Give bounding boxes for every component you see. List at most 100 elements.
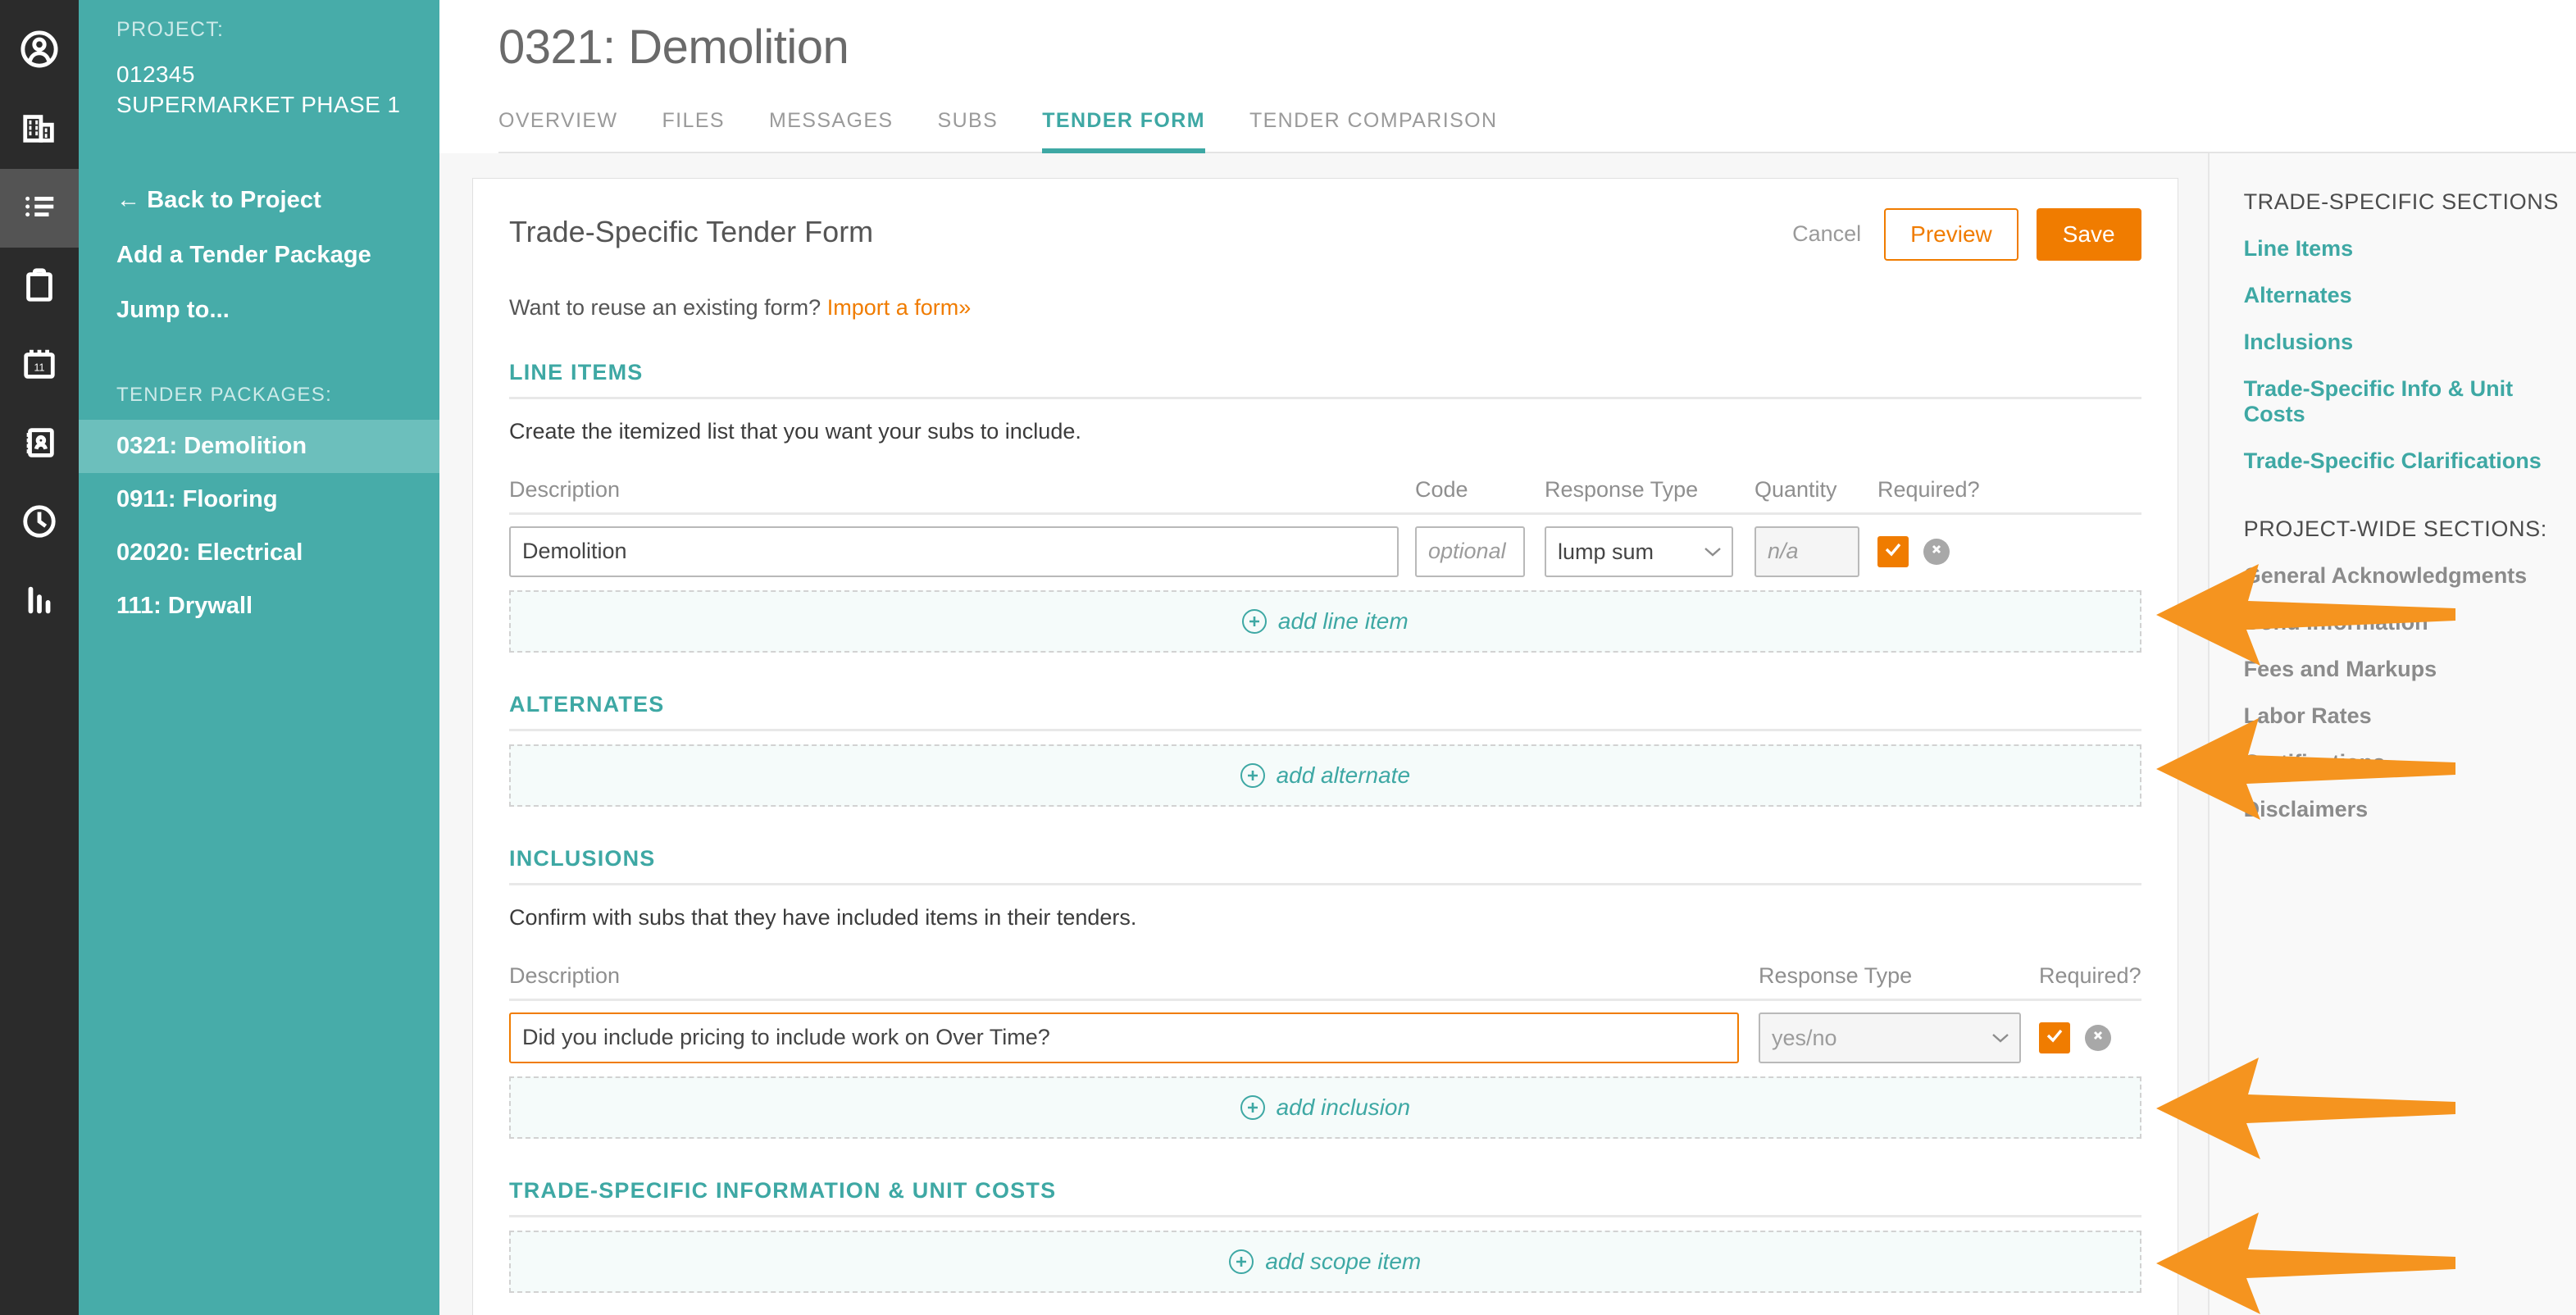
project-number: 012345 — [116, 61, 195, 87]
tender-packages-label: TENDER PACKAGES: — [116, 383, 333, 406]
form-header: Trade-Specific Tender Form Cancel Previe… — [509, 208, 2141, 261]
tab-tender-form[interactable]: TENDER FORM — [1042, 109, 1205, 153]
sidebar-links: ← Back to Project Add a Tender Package J… — [79, 173, 439, 338]
form-column: Trade-Specific Tender Form Cancel Previe… — [439, 153, 2208, 1315]
nav-link-trade-specific-info[interactable]: Trade-Specific Info & Unit Costs — [2244, 376, 2576, 427]
icon-rail: 11 — [0, 0, 79, 1315]
page-title: 0321: Demolition — [498, 20, 849, 74]
add-alternate-button[interactable]: add alternate — [509, 744, 2141, 807]
tender-package-item-flooring[interactable]: 0911: Flooring — [79, 473, 439, 526]
project-sidebar: PROJECT: 012345 SUPERMARKET PHASE 1 ← Ba… — [79, 0, 439, 1315]
check-icon — [1883, 539, 1903, 563]
nav-link-line-items[interactable]: Line Items — [2244, 236, 2576, 262]
sections-nav-panel: TRADE-SPECIFIC SECTIONS Line Items Alter… — [2207, 153, 2576, 1315]
tender-package-item-electrical[interactable]: 02020: Electrical — [79, 526, 439, 580]
section-title-alternates: ALTERNATES — [509, 692, 2141, 731]
table-row: lump sum — [509, 526, 2141, 577]
line-item-required-checkbox[interactable] — [1877, 535, 1909, 567]
import-a-form-link[interactable]: Import a form» — [827, 295, 972, 320]
contacts-book-icon — [20, 424, 58, 466]
inclusion-description-input[interactable] — [509, 1012, 1739, 1063]
sidebar-item-jump-to[interactable]: Jump to... — [79, 283, 439, 338]
section-title-inclusions: INCLUSIONS — [509, 846, 2141, 885]
tab-tender-comparison[interactable]: TENDER COMPARISON — [1249, 109, 1498, 153]
tab-overview[interactable]: OVERVIEW — [498, 109, 618, 153]
content-area: Trade-Specific Tender Form Cancel Previe… — [439, 153, 2576, 1315]
nav-link-inclusions[interactable]: Inclusions — [2244, 330, 2576, 355]
rail-item-building[interactable] — [0, 90, 79, 169]
clock-icon — [20, 503, 58, 544]
column-header-description: Description — [509, 476, 621, 502]
svg-text:11: 11 — [34, 362, 45, 373]
nav-link-general-acknowledgments[interactable]: General Acknowledgments — [2244, 563, 2576, 589]
page-header: 0321: Demolition OVERVIEW FILES MESSAGES… — [439, 0, 2576, 153]
sidebar-item-add-tender-package[interactable]: Add a Tender Package — [79, 228, 439, 283]
check-icon — [2045, 1026, 2064, 1049]
plus-circle-icon — [1241, 608, 1267, 634]
column-header-quantity: Quantity — [1755, 476, 1837, 502]
tab-bar: OVERVIEW FILES MESSAGES SUBS TENDER FORM… — [498, 107, 2576, 153]
line-item-code-input[interactable] — [1415, 526, 1525, 577]
tab-messages[interactable]: MESSAGES — [769, 109, 894, 153]
line-item-description-input[interactable] — [509, 526, 1399, 577]
inclusion-delete-button[interactable] — [2085, 1024, 2111, 1051]
reuse-form-text: Want to reuse an existing form? — [509, 294, 821, 320]
add-scope-item-label: add scope item — [1265, 1248, 1422, 1274]
inclusions-column-headers: Description Response Type Required? — [509, 963, 2141, 1001]
rail-item-clipboard[interactable] — [0, 248, 79, 326]
rail-item-calendar[interactable]: 11 — [0, 326, 79, 405]
column-header-description: Description — [509, 962, 621, 988]
column-header-required: Required? — [1877, 476, 1980, 502]
line-items-column-headers: Description Code Response Type Quantity … — [509, 477, 2141, 515]
nav-link-bond-information[interactable]: Bond Information — [2244, 610, 2576, 635]
calendar-icon: 11 — [20, 345, 58, 387]
rail-item-user-circle[interactable] — [0, 11, 79, 90]
column-header-response-type: Response Type — [1759, 962, 1913, 988]
table-row: yes/no — [509, 1012, 2141, 1063]
tender-package-item-demolition[interactable]: 0321: Demolition — [79, 419, 439, 473]
plus-circle-icon — [1240, 1094, 1265, 1120]
list-icon — [20, 188, 58, 230]
tab-files[interactable]: FILES — [662, 109, 725, 153]
cancel-button[interactable]: Cancel — [1787, 221, 1866, 247]
add-line-item-button[interactable]: add line item — [509, 589, 2141, 653]
tab-subs[interactable]: SUBS — [938, 109, 999, 153]
add-line-item-label: add line item — [1277, 607, 1409, 634]
save-button[interactable]: Save — [2036, 208, 2141, 261]
nav-link-labor-rates[interactable]: Labor Rates — [2244, 703, 2576, 729]
clipboard-icon — [20, 266, 58, 308]
line-items-description: Create the itemized list that you want y… — [509, 418, 1081, 444]
tender-package-item-drywall[interactable]: 111: Drywall — [79, 580, 439, 633]
inclusion-response-type-select[interactable]: yes/no — [1759, 1012, 2021, 1063]
section-title-trade-specific-info: TRADE-SPECIFIC INFORMATION & UNIT COSTS — [509, 1178, 2141, 1217]
nav-link-trade-specific-clarifications[interactable]: Trade-Specific Clarifications — [2244, 448, 2576, 474]
rail-item-list[interactable] — [0, 169, 79, 248]
tender-form-card: Trade-Specific Tender Form Cancel Previe… — [472, 178, 2178, 1315]
nav-link-disclaimers[interactable]: Disclaimers — [2244, 797, 2576, 822]
line-item-quantity-input[interactable] — [1755, 526, 1859, 577]
sidebar-item-back-to-project[interactable]: ← Back to Project — [79, 173, 439, 228]
line-item-delete-button[interactable] — [1923, 538, 1950, 565]
add-inclusion-button[interactable]: add inclusion — [509, 1076, 2141, 1139]
project-label: PROJECT: — [116, 18, 225, 41]
rail-item-clock[interactable] — [0, 484, 79, 562]
bar-chart-icon — [20, 581, 58, 623]
project-wide-sections-heading: PROJECT-WIDE SECTIONS: — [2243, 516, 2547, 541]
plus-circle-icon — [1229, 1249, 1254, 1274]
add-scope-item-button[interactable]: add scope item — [509, 1230, 2141, 1293]
rail-item-contacts[interactable] — [0, 405, 79, 484]
user-circle-icon — [20, 30, 58, 72]
building-icon — [20, 109, 58, 151]
form-actions: Cancel Preview Save — [1787, 208, 2141, 261]
reuse-form-prompt: Want to reuse an existing form? Import a… — [509, 295, 2141, 321]
add-inclusion-label: add inclusion — [1276, 1094, 1411, 1120]
inclusion-required-checkbox[interactable] — [2039, 1022, 2070, 1053]
project-wide-sections-group: PROJECT-WIDE SECTIONS: General Acknowled… — [2244, 516, 2576, 822]
section-title-line-items: LINE ITEMS — [509, 360, 2141, 399]
preview-button[interactable]: Preview — [1884, 208, 2018, 261]
nav-link-alternates[interactable]: Alternates — [2244, 283, 2576, 308]
nav-link-certifications[interactable]: Certifications — [2244, 750, 2576, 776]
nav-link-fees-and-markups[interactable]: Fees and Markups — [2244, 657, 2576, 682]
line-item-response-type-select[interactable]: lump sum — [1545, 526, 1733, 577]
rail-item-bar-chart[interactable] — [0, 562, 79, 641]
